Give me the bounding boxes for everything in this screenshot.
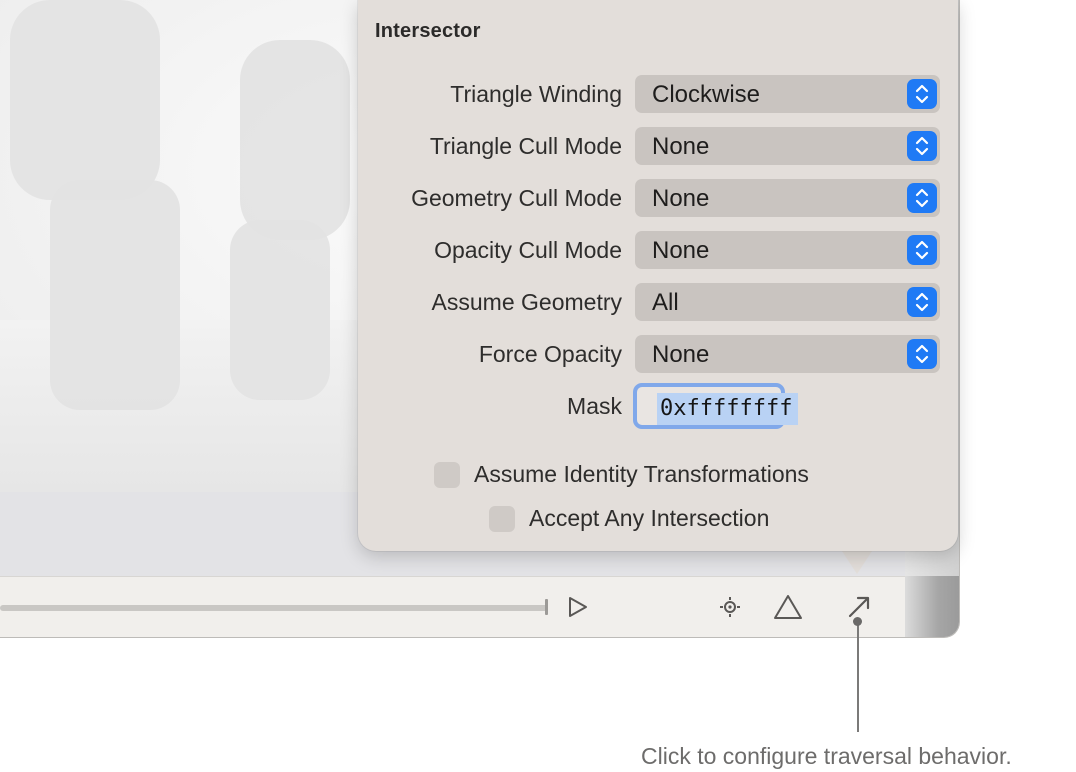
- row-assume-geometry: Assume Geometry All: [358, 283, 958, 323]
- assume-geometry-label: Assume Geometry: [431, 289, 622, 315]
- bottom-toolbar: [0, 576, 905, 637]
- play-icon[interactable]: [568, 596, 588, 623]
- row-force-opacity: Force Opacity None: [358, 335, 958, 375]
- accept-any-intersection-label: Accept Any Intersection: [529, 505, 770, 531]
- row-triangle-cull-mode: Triangle Cull Mode None: [358, 127, 958, 167]
- render-figure-left: [10, 0, 160, 200]
- chevron-updown-icon: [907, 235, 937, 265]
- timeline-scrubber[interactable]: [0, 605, 548, 611]
- geometry-cull-mode-label: Geometry Cull Mode: [411, 185, 622, 211]
- render-figure-right-legs: [230, 220, 330, 400]
- assume-geometry-value: All: [652, 289, 679, 316]
- assume-geometry-select[interactable]: All: [635, 283, 940, 321]
- triangle-winding-select[interactable]: Clockwise: [635, 75, 940, 113]
- assume-identity-transformations-checkbox[interactable]: [434, 462, 460, 488]
- triangle-icon[interactable]: [773, 594, 803, 625]
- force-opacity-label: Force Opacity: [478, 341, 622, 367]
- row-triangle-winding: Triangle Winding Clockwise: [358, 75, 958, 115]
- chevron-updown-icon: [907, 131, 937, 161]
- triangle-cull-mode-value: None: [652, 133, 710, 160]
- mask-label: Mask: [567, 393, 622, 419]
- chevron-updown-icon: [907, 79, 937, 109]
- opacity-cull-mode-label: Opacity Cull Mode: [434, 237, 622, 263]
- opacity-cull-mode-value: None: [652, 237, 710, 264]
- triangle-winding-label: Triangle Winding: [450, 81, 622, 107]
- callout-text: Click to configure traversal behavior.: [641, 743, 1012, 769]
- intersector-popover: Intersector Triangle Winding Clockwise T…: [358, 0, 958, 551]
- geometry-cull-mode-value: None: [652, 185, 710, 212]
- chevron-updown-icon: [907, 287, 937, 317]
- accept-any-intersection-checkbox[interactable]: [489, 506, 515, 532]
- triangle-winding-value: Clockwise: [652, 81, 761, 108]
- row-geometry-cull-mode: Geometry Cull Mode None: [358, 179, 958, 219]
- row-opacity-cull-mode: Opacity Cull Mode None: [358, 231, 958, 271]
- popover-arrow: [840, 548, 874, 574]
- popover-title: Intersector: [375, 20, 481, 42]
- render-figure-left-legs: [50, 180, 180, 410]
- geometry-cull-mode-select[interactable]: None: [635, 179, 940, 217]
- assume-identity-transformations-label: Assume Identity Transformations: [474, 461, 809, 487]
- scrubber-handle[interactable]: [545, 599, 548, 615]
- mask-value: 0xffffffff: [657, 393, 799, 425]
- mask-input[interactable]: 0xffffffff: [633, 383, 799, 429]
- render-figure-right: [240, 40, 350, 240]
- camera-target-icon[interactable]: [719, 596, 741, 623]
- triangle-cull-mode-select[interactable]: None: [635, 127, 940, 165]
- chevron-updown-icon: [907, 339, 937, 369]
- opacity-cull-mode-select[interactable]: None: [635, 231, 940, 269]
- triangle-cull-mode-label: Triangle Cull Mode: [429, 133, 622, 159]
- force-opacity-select[interactable]: None: [635, 335, 940, 373]
- callout-line: [857, 622, 859, 732]
- force-opacity-value: None: [652, 341, 710, 368]
- callout-dot: [853, 617, 862, 626]
- chevron-updown-icon: [907, 183, 937, 213]
